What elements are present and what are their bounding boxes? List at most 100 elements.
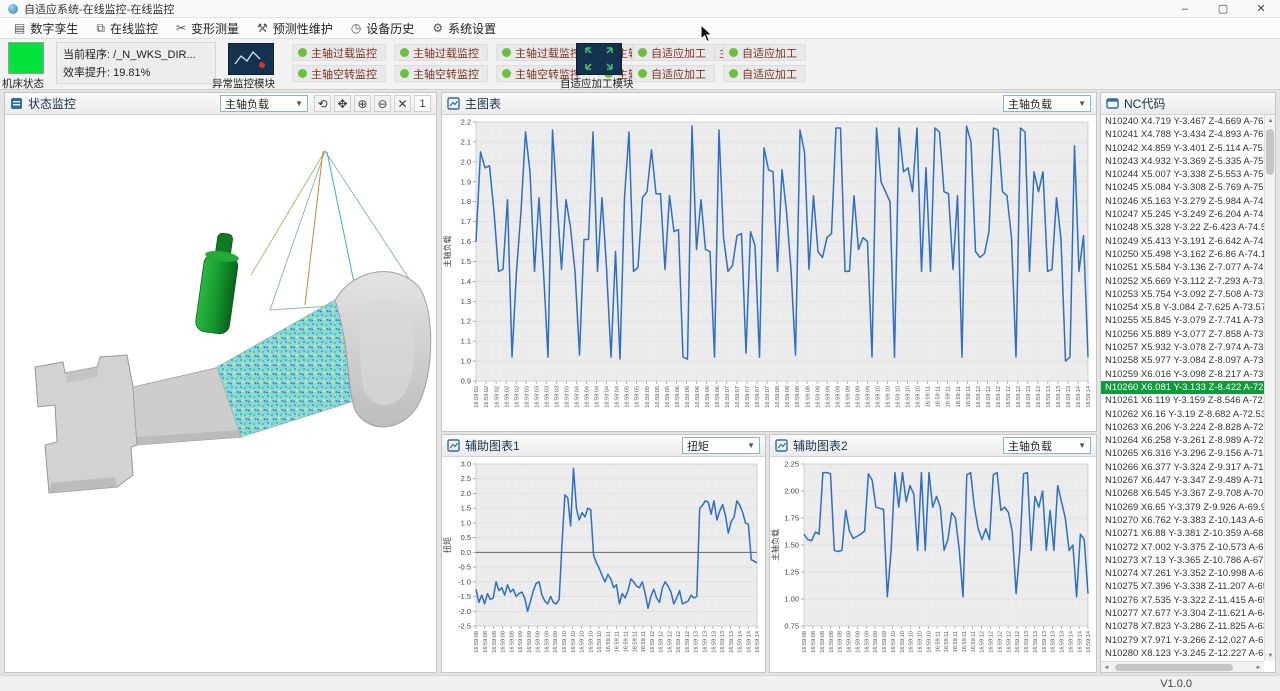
nc-line-selected[interactable]: N10260 X6.081 Y-3.133 Z-8.422 A-72.835 bbox=[1101, 381, 1264, 394]
scroll-up-icon[interactable]: ▲ bbox=[1265, 115, 1275, 126]
nc-line[interactable]: N10269 X6.65 Y-3.379 Z-9.926 A-69.947 C bbox=[1101, 501, 1264, 514]
svg-text:0.5: 0.5 bbox=[461, 533, 471, 542]
nc-line[interactable]: N10268 X6.545 Y-3.367 Z-9.708 A-70.519 bbox=[1101, 487, 1264, 500]
menu-item-system-settings[interactable]: ⚙系统设置 bbox=[426, 18, 508, 38]
rotate-icon[interactable]: ⟲ bbox=[314, 95, 331, 112]
scroll-right-icon[interactable]: ► bbox=[1253, 662, 1264, 672]
nc-line[interactable]: N10275 X7.396 Y-3.338 Z-11.207 A-65.95 bbox=[1101, 580, 1264, 593]
aux-chart1[interactable]: -2.5-2.0-1.5-1.0-0.50.00.51.01.52.02.53.… bbox=[442, 457, 765, 672]
nc-line[interactable]: N10252 X5.669 Y-3.112 Z-7.293 A-73.844 bbox=[1101, 275, 1264, 288]
nc-line[interactable]: N10256 X5.889 Y-3.077 Z-7.858 A-73.348 bbox=[1101, 328, 1264, 341]
close-button[interactable]: ✕ bbox=[1242, 0, 1280, 18]
nc-line[interactable]: N10246 X5.163 Y-3.279 Z-5.984 A-74.892 bbox=[1101, 195, 1264, 208]
menu-item-online-monitor[interactable]: ⧉在线监控 bbox=[90, 18, 170, 38]
menu-item-label: 变形测量 bbox=[191, 20, 239, 37]
svg-text:16:59:14: 16:59:14 bbox=[1086, 386, 1092, 408]
svg-text:16:59:04: 16:59:04 bbox=[605, 386, 611, 408]
svg-text:16:59:12: 16:59:12 bbox=[986, 386, 992, 408]
green-dot-icon bbox=[729, 69, 738, 78]
maximize-button[interactable]: ▢ bbox=[1204, 0, 1242, 18]
nc-line[interactable]: N10278 X7.823 Y-3.286 Z-11.825 A-63.73 bbox=[1101, 620, 1264, 633]
aux-chart2[interactable]: 0.751.001.251.501.752.002.2516:59:0816:5… bbox=[770, 457, 1096, 672]
aux-chart1-signal-dropdown[interactable]: 扭矩▼ bbox=[682, 437, 760, 454]
nc-line[interactable]: N10280 X8.123 Y-3.245 Z-12.227 A-62.23 bbox=[1101, 647, 1264, 660]
nc-line[interactable]: N10265 X6.316 Y-3.296 Z-9.156 A-71.771 bbox=[1101, 447, 1264, 460]
menu-item-device-history[interactable]: ◷设备历史 bbox=[345, 18, 427, 38]
nc-line[interactable]: N10277 X7.677 Y-3.304 Z-11.621 A-64.48 bbox=[1101, 607, 1264, 620]
scrollbar-thumb[interactable] bbox=[1266, 129, 1274, 175]
nc-line[interactable]: N10247 X5.245 Y-3.249 Z-6.204 A-74.701 bbox=[1101, 208, 1264, 221]
nc-horizontal-scrollbar[interactable]: ◄ ► bbox=[1101, 661, 1264, 672]
view-signal-dropdown[interactable]: 主轴负载▼ bbox=[220, 95, 308, 112]
pan-icon[interactable]: ✥ bbox=[334, 95, 351, 112]
svg-text:16:59:08: 16:59:08 bbox=[785, 386, 791, 408]
nc-line[interactable]: N10272 X7.002 Y-3.375 Z-10.573 A-68.05 bbox=[1101, 541, 1264, 554]
nc-line[interactable]: N10273 X7.13 Y-3.365 Z-10.786 A-67.372 bbox=[1101, 554, 1264, 567]
nc-line[interactable]: N10249 X5.413 Y-3.191 Z-6.642 A-74.346 bbox=[1101, 235, 1264, 248]
zoom-out-icon[interactable]: ⊖ bbox=[374, 95, 391, 112]
nc-line[interactable]: N10266 X6.377 Y-3.324 Z-9.317 A-71.443 bbox=[1101, 461, 1264, 474]
nc-line[interactable]: N10262 X6.16 Y-3.19 Z-8.682 A-72.534 C bbox=[1101, 408, 1264, 421]
nc-line[interactable]: N10250 X5.498 Y-3.162 Z-6.86 A-74.178 C bbox=[1101, 248, 1264, 261]
svg-text:16:59:10: 16:59:10 bbox=[588, 631, 594, 653]
nc-line[interactable]: N10241 X4.788 Y-3.434 Z-4.893 A-76.062 bbox=[1101, 128, 1264, 141]
nc-code-title: NC代码 bbox=[1124, 95, 1165, 112]
nc-line[interactable]: N10271 X6.88 Y-3.381 Z-10.359 A-68.711 bbox=[1101, 527, 1264, 540]
zoom-in-icon[interactable]: ⊕ bbox=[354, 95, 371, 112]
minimize-button[interactable]: – bbox=[1166, 0, 1204, 18]
nc-line[interactable]: N10276 X7.535 Y-3.322 Z-11.415 A-65.22 bbox=[1101, 594, 1264, 607]
fit-view-icon[interactable]: ✕ bbox=[394, 95, 411, 112]
svg-text:2.1: 2.1 bbox=[461, 137, 471, 146]
scrollbar-thumb[interactable] bbox=[1115, 664, 1233, 671]
nc-line[interactable]: N10254 X5.8 Y-3.084 Z-7.625 A-73.571 C bbox=[1101, 301, 1264, 314]
machine-status-label: 机床状态 bbox=[2, 76, 44, 91]
nc-line[interactable]: N10279 X7.971 Y-3.266 Z-12.027 A-62.98 bbox=[1101, 634, 1264, 647]
svg-text:1.5: 1.5 bbox=[461, 257, 471, 266]
svg-text:16:59:03: 16:59:03 bbox=[544, 386, 550, 408]
svg-text:16:59:09: 16:59:09 bbox=[518, 631, 524, 653]
svg-text:16:59:13: 16:59:13 bbox=[1036, 386, 1042, 408]
nc-line[interactable]: N10243 X4.932 Y-3.369 Z-5.335 A-75.523 bbox=[1101, 155, 1264, 168]
nc-line[interactable]: N10253 X5.754 Y-3.092 Z-7.508 A-73.677 bbox=[1101, 288, 1264, 301]
nc-line[interactable]: N10258 X5.977 Y-3.084 Z-8.097 A-73.138 bbox=[1101, 354, 1264, 367]
machine-3d-view[interactable] bbox=[5, 115, 436, 672]
svg-text:16:59:12: 16:59:12 bbox=[996, 386, 1002, 408]
scroll-down-icon[interactable]: ▼ bbox=[1265, 650, 1275, 661]
svg-text:16:59:13: 16:59:13 bbox=[1066, 386, 1072, 408]
nc-line[interactable]: N10259 X6.016 Y-3.098 Z-8.217 A-73.036 bbox=[1101, 368, 1264, 381]
chart-icon bbox=[447, 439, 460, 452]
nc-line[interactable]: N10255 X5.845 Y-3.079 Z-7.741 A-73.458 bbox=[1101, 314, 1264, 327]
svg-text:2.00: 2.00 bbox=[784, 487, 799, 496]
nc-line[interactable]: N10257 X5.932 Y-3.078 Z-7.974 A-73.243 bbox=[1101, 341, 1264, 354]
badge-label: 自适应加工 bbox=[651, 66, 706, 82]
nc-line[interactable]: N10242 X4.859 Y-3.401 Z-5.114 A-75.775 bbox=[1101, 142, 1264, 155]
badge-label: 主轴空转监控 bbox=[413, 66, 479, 82]
svg-text:16:59:12: 16:59:12 bbox=[659, 631, 665, 653]
nc-line[interactable]: N10240 X4.719 Y-3.467 Z-4.669 A-76.396 bbox=[1101, 115, 1264, 128]
main-chart-signal-dropdown[interactable]: 主轴负载▼ bbox=[1003, 95, 1091, 112]
menu-item-deform-measure[interactable]: ✂变形测量 bbox=[170, 18, 251, 38]
nc-line[interactable]: N10270 X6.762 Y-3.383 Z-10.143 A-69.34 bbox=[1101, 514, 1264, 527]
nc-line[interactable]: N10263 X6.206 Y-3.224 Z-8.828 A-72.33 C bbox=[1101, 421, 1264, 434]
nc-line[interactable]: N10251 X5.584 Y-3.136 Z-7.077 A-74.012 bbox=[1101, 261, 1264, 274]
svg-text:16:59:10: 16:59:10 bbox=[896, 386, 902, 408]
main-chart[interactable]: 0.91.01.11.21.31.41.51.61.71.81.92.02.12… bbox=[442, 115, 1096, 431]
scroll-left-icon[interactable]: ◄ bbox=[1101, 662, 1112, 672]
nc-line[interactable]: N10267 X6.447 Y-3.347 Z-9.489 A-71.055 bbox=[1101, 474, 1264, 487]
svg-text:2.0: 2.0 bbox=[461, 489, 471, 498]
menu-item-digital-twin[interactable]: ▤数字孪生 bbox=[8, 18, 90, 38]
svg-text:16:59:06: 16:59:06 bbox=[695, 386, 701, 408]
nc-line[interactable]: N10245 X5.084 Y-3.308 Z-5.769 A-75.088 bbox=[1101, 181, 1264, 194]
svg-text:16:59:09: 16:59:09 bbox=[865, 386, 871, 408]
chart-icon bbox=[775, 439, 788, 452]
nc-line[interactable]: N10274 X7.261 Y-3.352 Z-10.998 A-66.67 bbox=[1101, 567, 1264, 580]
menu-item-predictive-maintenance[interactable]: ⚒预测性维护 bbox=[251, 18, 345, 38]
nc-line[interactable]: N10264 X6.258 Y-3.261 Z-8.989 A-72.072 bbox=[1101, 434, 1264, 447]
nc-vertical-scrollbar[interactable]: ▲ ▼ bbox=[1264, 115, 1275, 661]
aux-chart2-signal-dropdown[interactable]: 主轴负载▼ bbox=[1003, 437, 1091, 454]
nc-line[interactable]: N10248 X5.328 Y-3.22 Z-6.423 A-74.52 C bbox=[1101, 221, 1264, 234]
nc-line[interactable]: N10261 X6.119 Y-3.159 Z-8.546 A-72.701 bbox=[1101, 394, 1264, 407]
svg-text:16:59:09: 16:59:09 bbox=[527, 631, 533, 653]
nc-line[interactable]: N10244 X5.007 Y-3.338 Z-5.553 A-75.297 bbox=[1101, 168, 1264, 181]
svg-text:16:59:10: 16:59:10 bbox=[909, 631, 915, 653]
